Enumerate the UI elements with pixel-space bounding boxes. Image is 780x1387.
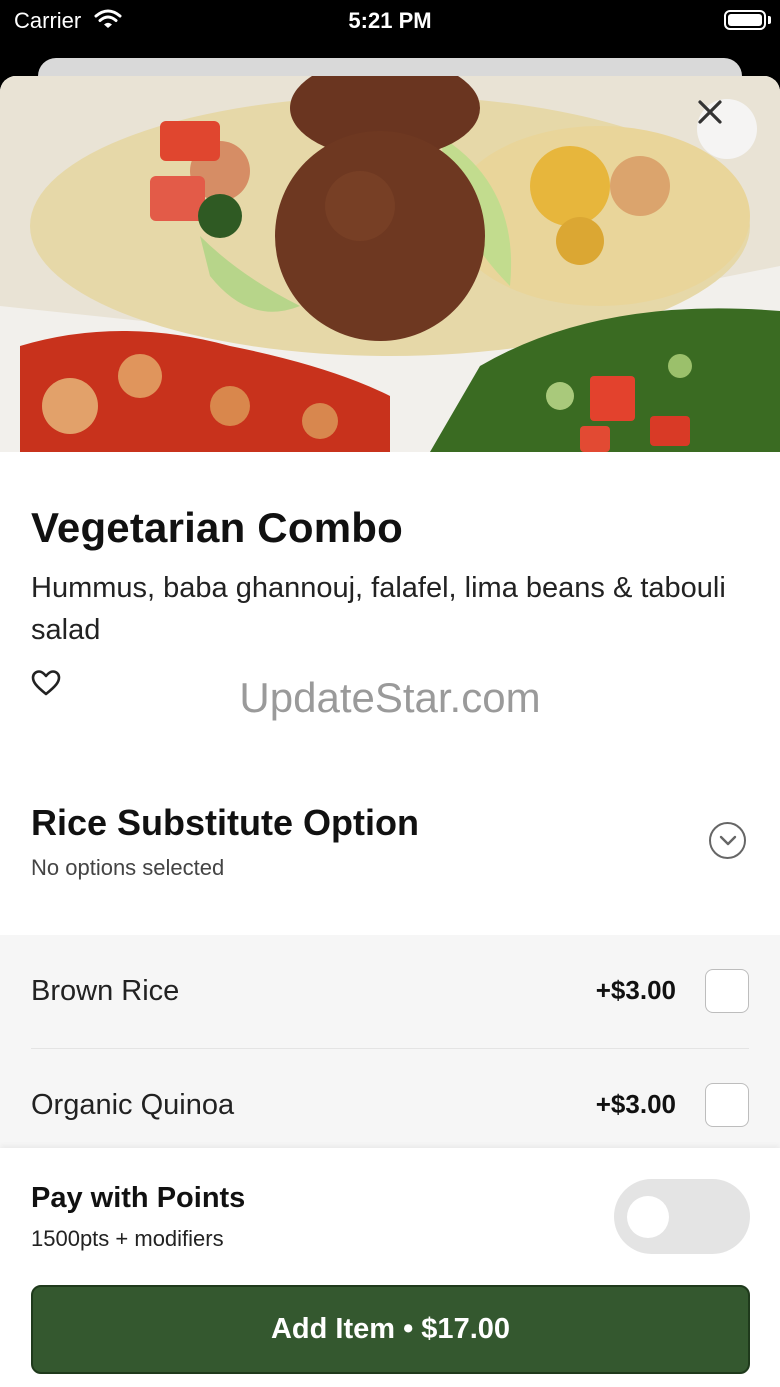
option-label: Brown Rice bbox=[31, 975, 180, 1007]
option-row-brown-rice[interactable]: Brown Rice +$3.00 bbox=[31, 935, 749, 1049]
option-group-subtitle: No options selected bbox=[31, 855, 225, 880]
battery-icon bbox=[724, 10, 766, 30]
item-title: Vegetarian Combo bbox=[31, 504, 403, 551]
item-detail-sheet: Vegetarian Combo Hummus, baba ghannouj, … bbox=[0, 76, 780, 1387]
chevron-down-icon bbox=[719, 835, 736, 845]
pay-with-points-subtitle: 1500pts + modifiers bbox=[31, 1226, 224, 1251]
item-description: Hummus, baba ghannouj, falafel, lima bea… bbox=[31, 572, 726, 646]
add-item-button[interactable]: Add Item • $17.00 bbox=[31, 1285, 750, 1374]
option-price: +$3.00 bbox=[595, 975, 676, 1005]
watermark: UpdateStar.com bbox=[239, 674, 541, 721]
expand-options-button[interactable] bbox=[709, 822, 746, 859]
close-icon bbox=[698, 100, 722, 124]
option-label: Organic Quinoa bbox=[31, 1089, 235, 1121]
battery-tip bbox=[768, 16, 771, 24]
option-checkbox[interactable] bbox=[705, 969, 749, 1013]
option-checkbox[interactable] bbox=[705, 1083, 749, 1127]
close-button[interactable] bbox=[697, 99, 757, 159]
status-bar: Carrier 5:21 PM bbox=[0, 0, 780, 40]
toggle-knob bbox=[627, 1196, 669, 1238]
option-price: +$3.00 bbox=[595, 1089, 676, 1119]
food-photo bbox=[0, 76, 780, 452]
pay-with-points-toggle[interactable] bbox=[614, 1179, 750, 1254]
option-group-title: Rice Substitute Option bbox=[31, 802, 420, 843]
clock: 5:21 PM bbox=[348, 8, 432, 33]
option-list: Brown Rice +$3.00 Organic Quinoa +$3.00 bbox=[0, 935, 780, 1150]
option-row-organic-quinoa[interactable]: Organic Quinoa +$3.00 bbox=[31, 1049, 749, 1163]
pay-with-points-title: Pay with Points bbox=[31, 1182, 246, 1214]
checkout-footer: Pay with Points 1500pts + modifiers Add … bbox=[0, 1148, 780, 1387]
